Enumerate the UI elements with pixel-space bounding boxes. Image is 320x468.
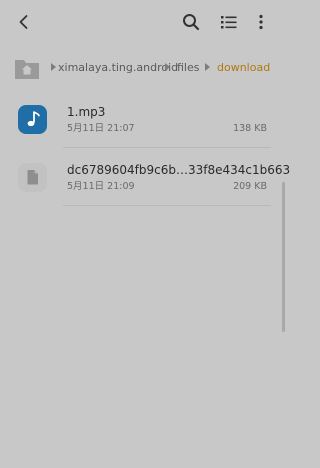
list-view-button[interactable] xyxy=(217,10,241,34)
breadcrumb-separator-icon xyxy=(205,63,210,71)
breadcrumb: ximalaya.ting.android files download xyxy=(0,52,285,84)
breadcrumb-separator-icon xyxy=(165,63,170,71)
breadcrumb-item-ximalaya[interactable]: ximalaya.ting.android xyxy=(58,60,178,76)
file-size: 209 KB xyxy=(233,181,267,192)
file-manager-screen: ximalaya.ting.android files download 1.m… xyxy=(0,0,290,468)
more-options-button[interactable] xyxy=(249,10,273,34)
file-name: dc6789604fb9c6b…33f8e434c1b663 xyxy=(67,163,291,177)
home-folder-icon[interactable] xyxy=(14,56,40,80)
document-icon xyxy=(18,163,47,192)
scroll-indicator[interactable] xyxy=(282,182,285,332)
file-list-item[interactable]: dc6789604fb9c6b…33f8e434c1b663 5月11日 21:… xyxy=(0,152,290,206)
back-arrow-icon xyxy=(19,15,28,29)
search-button[interactable] xyxy=(179,10,203,34)
file-list-item[interactable]: 1.mp3 5月11日 21:07 138 KB xyxy=(0,94,285,148)
search-icon xyxy=(183,14,200,31)
breadcrumb-item-files[interactable]: files xyxy=(177,60,199,76)
list-view-icon xyxy=(221,16,237,29)
file-size: 138 KB xyxy=(233,123,267,134)
breadcrumb-item-download[interactable]: download xyxy=(217,60,270,76)
more-vertical-icon xyxy=(259,14,263,30)
row-divider xyxy=(63,205,271,206)
breadcrumb-separator-icon xyxy=(51,63,56,71)
file-date: 5月11日 21:09 xyxy=(67,181,135,192)
music-note-icon xyxy=(18,105,47,134)
row-divider xyxy=(63,147,271,148)
back-button[interactable] xyxy=(12,10,36,34)
file-date: 5月11日 21:07 xyxy=(67,123,135,134)
file-name: 1.mp3 xyxy=(67,105,106,119)
toolbar xyxy=(0,0,285,44)
